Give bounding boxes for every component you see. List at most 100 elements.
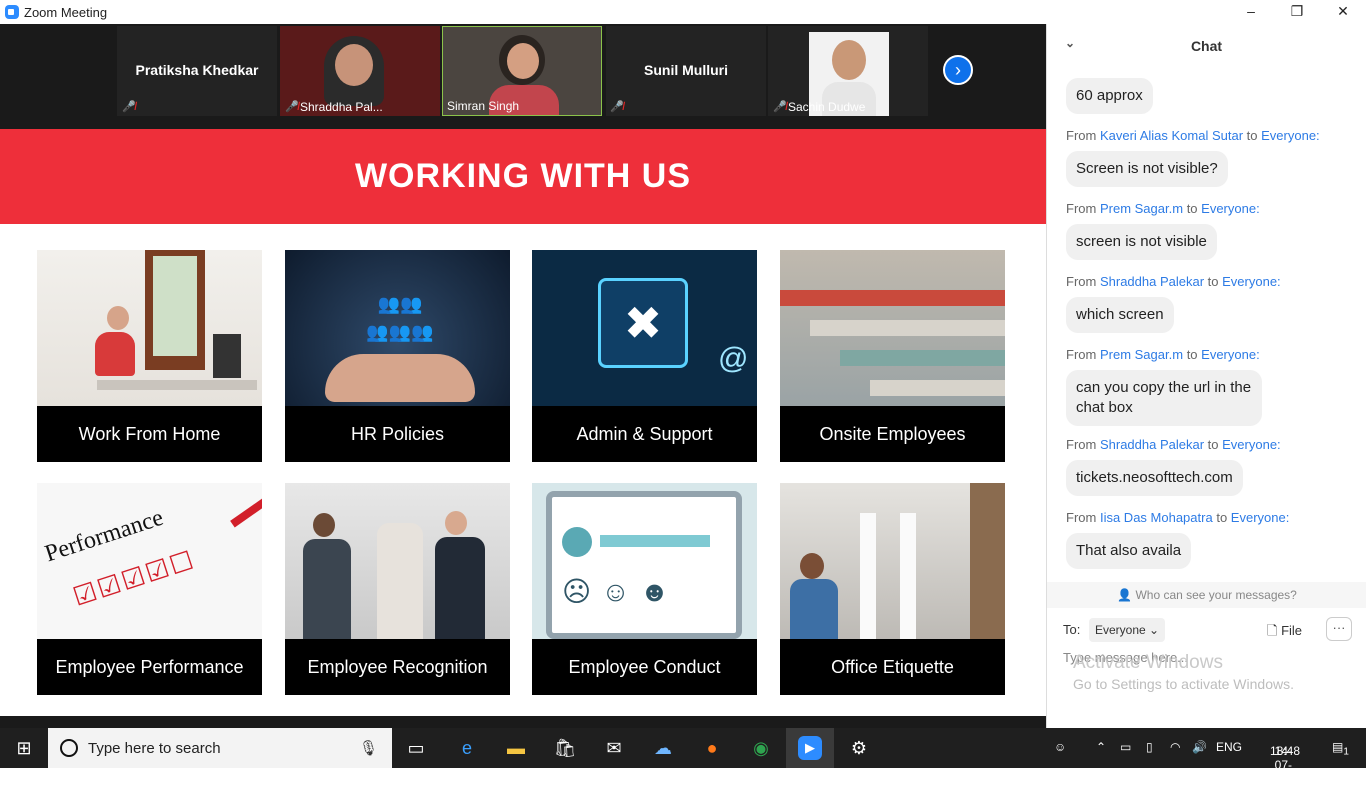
windows-taskbar: ⊞ Type here to search 🎙 ▭ e ▬ 🛍 ✉ ☁ ● ◉ … — [0, 728, 1366, 786]
cortana-icon — [60, 739, 78, 757]
store-icon[interactable]: 🛍 — [553, 736, 577, 760]
participant-tile[interactable]: Sunil Mulluri 🎤̸ — [606, 26, 766, 116]
card-office-etiquette: Office Etiquette — [780, 483, 1005, 695]
card-image: ✖ @ — [532, 250, 757, 406]
recipient-name[interactable]: Everyone: — [1201, 347, 1260, 362]
people-icon[interactable]: ☺ — [1054, 740, 1066, 754]
muted-mic-icon: 🎤̸ — [610, 101, 624, 113]
participant-tile-active[interactable]: Simran Singh — [442, 26, 602, 116]
battery-icon[interactable]: ▯ — [1146, 740, 1153, 754]
to-label: To: — [1063, 622, 1081, 637]
sender-name[interactable]: Iisa Das Mohapatra — [1100, 510, 1213, 525]
from-word: From — [1066, 128, 1097, 143]
next-page-arrow-icon[interactable]: › — [943, 55, 973, 85]
cubicle-row — [870, 380, 1005, 396]
card-image: Performance ☑☑☑☑☐ — [37, 483, 262, 639]
hands — [325, 354, 475, 402]
edge-icon[interactable]: e — [455, 736, 479, 760]
to-word: to — [1216, 510, 1228, 525]
chat-title: Chat — [1190, 38, 1223, 54]
microphone-icon[interactable]: 🎙 — [359, 739, 378, 757]
card-caption: Admin & Support — [576, 424, 713, 444]
muted-mic-icon: 🎤̸ — [773, 101, 787, 113]
chat-bubble: Screen is not visible? — [1066, 151, 1228, 187]
more-options-button[interactable]: ··· — [1326, 617, 1352, 641]
minimize-button[interactable]: – — [1228, 0, 1274, 22]
chevron-down-icon[interactable]: ⌄ — [1065, 36, 1075, 50]
participant-tile[interactable]: 🎤̸ Sachin Dudwe — [768, 26, 928, 116]
participant-label: Shraddha Pal... — [300, 100, 383, 114]
card-image: 👥👥 👥👥👥 — [285, 250, 510, 406]
sender-name[interactable]: Shraddha Palekar — [1100, 437, 1204, 452]
chat-bubble: screen is not visible — [1066, 224, 1217, 260]
firefox-icon[interactable]: ● — [700, 736, 724, 760]
card-employee-recognition: Employee Recognition — [285, 483, 510, 695]
card-caption: Office Etiquette — [831, 657, 954, 677]
wifi-icon[interactable]: ◠ — [1170, 740, 1180, 754]
chat-sender-line: From Iisa Das Mohapatra to Everyone: — [1066, 510, 1289, 525]
window-titlebar: Zoom Meeting – ❐ ✕ — [0, 0, 1366, 24]
recipient-name[interactable]: Everyone: — [1222, 274, 1281, 289]
window-glass — [153, 256, 197, 356]
close-button[interactable]: ✕ — [1320, 0, 1366, 22]
participant-face — [335, 44, 373, 86]
chevron-down-icon: ⌄ — [1149, 623, 1160, 637]
battery-alert-icon[interactable]: ▭ — [1120, 740, 1131, 754]
chat-sender-line: From Shraddha Palekar to Everyone: — [1066, 274, 1281, 289]
clipboard — [546, 491, 742, 639]
language-indicator[interactable]: ENG — [1216, 740, 1242, 754]
mail-icon[interactable]: ✉ — [602, 736, 626, 760]
recipient-name[interactable]: Everyone: — [1222, 437, 1281, 452]
participant-tile[interactable]: Pratiksha Khedkar 🎤̸ — [117, 26, 277, 116]
maximize-button[interactable]: ❐ — [1274, 0, 1320, 22]
sender-name[interactable]: Shraddha Palekar — [1100, 274, 1204, 289]
chevron-up-icon[interactable]: ⌃ — [1096, 740, 1106, 754]
card-image — [37, 250, 262, 406]
chat-sender-line: From Prem Sagar.m to Everyone: — [1066, 347, 1260, 362]
from-word: From — [1066, 201, 1097, 216]
windows-activation-subtext: Go to Settings to activate Windows. — [1073, 676, 1294, 692]
chrome-icon[interactable]: ◉ — [749, 736, 773, 760]
participant-label: Sachin Dudwe — [788, 100, 866, 114]
zoom-app-icon — [5, 5, 19, 19]
chat-panel: ⌄ Chat 60 approx From Kaveri Alias Komal… — [1046, 24, 1366, 728]
file-explorer-icon[interactable]: ▬ — [504, 736, 528, 760]
card-work-from-home: Work From Home — [37, 250, 262, 462]
task-view-icon[interactable]: ▭ — [404, 736, 428, 760]
recipient-name[interactable]: Everyone: — [1201, 201, 1260, 216]
tools-icon: ✖ — [623, 297, 663, 349]
recipient-name[interactable]: Everyone: — [1261, 128, 1320, 143]
sender-name[interactable]: Prem Sagar.m — [1100, 347, 1183, 362]
participant-tile[interactable]: 🎤̸ Shraddha Pal... — [280, 26, 440, 116]
user-icon: 👤 — [1117, 588, 1133, 602]
to-word: to — [1186, 201, 1198, 216]
onedrive-icon[interactable]: ☁ — [651, 736, 675, 760]
who-can-see-link[interactable]: 👤 Who can see your messages? — [1047, 582, 1366, 608]
from-word: From — [1066, 347, 1097, 362]
chat-bubble: can you copy the url in the chat box — [1066, 370, 1262, 426]
zoom-taskbar-active[interactable]: ▶ — [786, 728, 834, 768]
muted-mic-icon: 🎤̸ — [285, 101, 299, 113]
file-button[interactable]: 🗋 File — [1267, 622, 1302, 644]
desk — [97, 380, 257, 390]
sender-name[interactable]: Kaveri Alias Komal Sutar — [1100, 128, 1243, 143]
monitor — [213, 334, 241, 378]
notification-icon[interactable]: ▤1 — [1332, 740, 1349, 757]
avatar-icon — [562, 527, 592, 557]
from-word: From — [1066, 437, 1097, 452]
to-word: to — [1246, 128, 1258, 143]
chat-bubble: That also availa — [1066, 533, 1192, 569]
desk-row — [860, 513, 876, 639]
person-head — [107, 306, 129, 330]
card-image — [285, 483, 510, 639]
recipient-name[interactable]: Everyone: — [1231, 510, 1290, 525]
who-can-see-text: Who can see your messages? — [1135, 588, 1297, 602]
sender-name[interactable]: Prem Sagar.m — [1100, 201, 1183, 216]
taskbar-search[interactable]: Type here to search 🎙 — [48, 728, 392, 768]
slide-title: WORKING WITH US — [0, 129, 1046, 224]
windows-start-icon[interactable]: ⊞ — [0, 728, 48, 768]
recipient-dropdown[interactable]: Everyone ⌄ — [1089, 618, 1166, 642]
settings-gear-icon[interactable]: ⚙ — [847, 736, 871, 760]
people-icons: 👥👥 👥👥👥 — [366, 294, 434, 342]
volume-icon[interactable]: 🔊 — [1192, 740, 1207, 754]
